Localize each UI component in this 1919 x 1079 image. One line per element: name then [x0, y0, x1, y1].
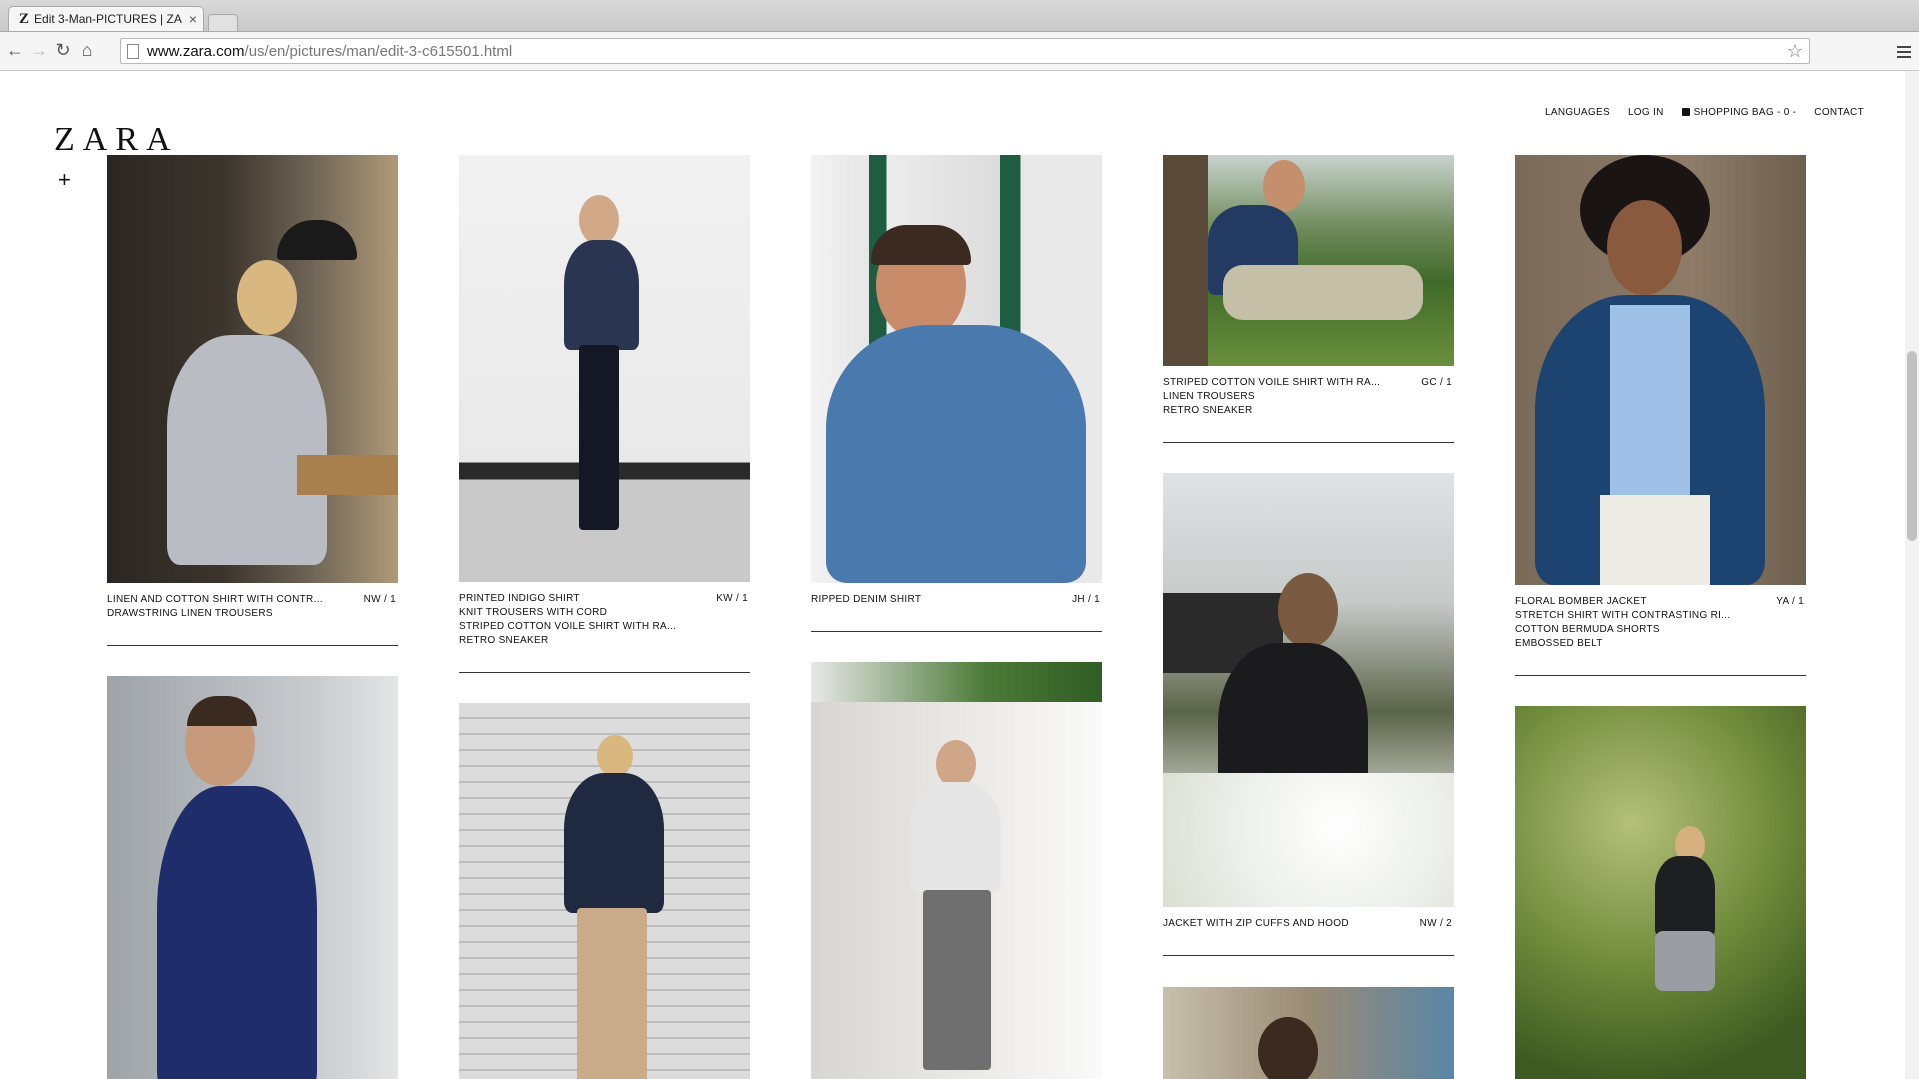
address-bar[interactable]: www.zara.com /us/en/pictures/man/edit-3-… [120, 38, 1810, 64]
look-photo[interactable] [1515, 706, 1806, 1079]
look-photo[interactable] [811, 155, 1102, 583]
look-code: GC / 1 [1421, 377, 1452, 388]
product-link[interactable]: FLORAL BOMBER JACKET [1515, 595, 1806, 609]
tab-title: Edit 3-Man-PICTURES | ZA [34, 12, 182, 26]
divider [1515, 675, 1806, 676]
look-caption: FLORAL BOMBER JACKET STRETCH SHIRT WITH … [1515, 595, 1806, 651]
url-host: www.zara.com [147, 42, 245, 60]
product-link[interactable]: LINEN TROUSERS [1163, 390, 1454, 404]
look-photo[interactable] [107, 676, 398, 1079]
look-caption: PRINTED INDIGO SHIRT KNIT TROUSERS WITH … [459, 592, 750, 648]
product-link[interactable]: JACKET WITH ZIP CUFFS AND HOOD [1163, 917, 1454, 931]
product-link[interactable]: PRINTED INDIGO SHIRT [459, 592, 750, 606]
look-photo[interactable] [459, 703, 750, 1079]
page-icon [127, 43, 139, 59]
product-link[interactable]: KNIT TROUSERS WITH CORD [459, 606, 750, 620]
reload-icon[interactable]: ↻ [52, 39, 74, 61]
product-link[interactable]: RETRO SNEAKER [1163, 404, 1454, 418]
look-photo[interactable] [107, 155, 398, 583]
look-caption: JACKET WITH ZIP CUFFS AND HOOD NW / 2 [1163, 917, 1454, 931]
nav-languages[interactable]: LANGUAGES [1545, 107, 1610, 118]
look-photo[interactable] [1515, 155, 1806, 585]
look-code: NW / 2 [1419, 918, 1452, 929]
look-card[interactable] [1163, 987, 1454, 1079]
product-link[interactable]: COTTON BERMUDA SHORTS [1515, 623, 1806, 637]
vertical-scrollbar[interactable] [1905, 71, 1919, 1079]
browser-tab-bar: Z Edit 3-Man-PICTURES | ZA × [0, 0, 1919, 32]
zara-favicon-icon: Z [19, 10, 30, 27]
nav-shopping-bag[interactable]: SHOPPING BAG - 0 - [1682, 107, 1797, 118]
look-card[interactable]: JACKET WITH ZIP CUFFS AND HOOD NW / 2 [1163, 473, 1454, 956]
zara-logo[interactable]: ZARA [54, 121, 179, 159]
divider [811, 631, 1102, 632]
nav-log-in[interactable]: LOG IN [1628, 107, 1664, 118]
divider [1163, 955, 1454, 956]
look-caption: LINEN AND COTTON SHIRT WITH CONTR... DRA… [107, 593, 398, 621]
look-card[interactable] [107, 676, 398, 1079]
look-card[interactable] [811, 662, 1102, 1079]
expand-menu-icon[interactable]: + [58, 167, 71, 193]
look-photo[interactable] [1163, 155, 1454, 366]
product-link[interactable]: EMBOSSED BELT [1515, 637, 1806, 651]
look-card[interactable]: FLORAL BOMBER JACKET STRETCH SHIRT WITH … [1515, 155, 1806, 676]
look-card[interactable]: PRINTED INDIGO SHIRT KNIT TROUSERS WITH … [459, 155, 750, 673]
look-photo[interactable] [811, 662, 1102, 1079]
look-code: KW / 1 [716, 593, 748, 604]
browser-tab[interactable]: Z Edit 3-Man-PICTURES | ZA × [8, 6, 204, 31]
product-link[interactable]: STRIPED COTTON VOILE SHIRT WITH RA... [1163, 376, 1454, 390]
scrollbar-thumb[interactable] [1907, 351, 1917, 541]
product-link[interactable]: RIPPED DENIM SHIRT [811, 593, 1102, 607]
look-card[interactable] [1515, 706, 1806, 1079]
url-path: /us/en/pictures/man/edit-3-c615501.html [244, 42, 513, 60]
look-caption: RIPPED DENIM SHIRT JH / 1 [811, 593, 1102, 607]
look-card[interactable]: STRIPED COTTON VOILE SHIRT WITH RA... LI… [1163, 155, 1454, 443]
look-code: JH / 1 [1072, 594, 1100, 605]
look-photo[interactable] [1163, 987, 1454, 1079]
product-link[interactable]: STRETCH SHIRT WITH CONTRASTING RI... [1515, 609, 1806, 623]
look-caption: STRIPED COTTON VOILE SHIRT WITH RA... LI… [1163, 376, 1454, 418]
divider [459, 672, 750, 673]
nav-contact[interactable]: CONTACT [1814, 107, 1864, 118]
back-icon[interactable]: ← [4, 39, 26, 61]
close-tab-icon[interactable]: × [189, 11, 197, 27]
product-link[interactable]: STRIPED COTTON VOILE SHIRT WITH RA... [459, 620, 750, 634]
look-card[interactable]: RIPPED DENIM SHIRT JH / 1 [811, 155, 1102, 632]
top-navigation: LANGUAGES LOG IN SHOPPING BAG - 0 - CONT… [1545, 107, 1864, 118]
look-photo[interactable] [1163, 473, 1454, 907]
look-card[interactable]: LINEN AND COTTON SHIRT WITH CONTR... DRA… [107, 155, 398, 646]
new-tab-button[interactable] [208, 14, 238, 31]
divider [107, 645, 398, 646]
look-code: NW / 1 [363, 594, 396, 605]
product-link[interactable]: LINEN AND COTTON SHIRT WITH CONTR... [107, 593, 398, 607]
browser-menu-icon[interactable] [1897, 46, 1911, 58]
forward-icon[interactable]: → [28, 39, 50, 61]
product-link[interactable]: RETRO SNEAKER [459, 634, 750, 648]
divider [1163, 442, 1454, 443]
look-code: YA / 1 [1776, 596, 1804, 607]
look-card[interactable] [459, 703, 750, 1079]
bookmark-star-icon[interactable]: ☆ [1787, 41, 1803, 62]
browser-toolbar: ← → ↻ ⌂ www.zara.com /us/en/pictures/man… [0, 32, 1919, 71]
home-icon[interactable]: ⌂ [76, 39, 98, 61]
page-viewport: ZARA + LANGUAGES LOG IN SHOPPING BAG - 0… [0, 71, 1919, 1079]
look-photo[interactable] [459, 155, 750, 582]
product-link[interactable]: DRAWSTRING LINEN TROUSERS [107, 607, 398, 621]
